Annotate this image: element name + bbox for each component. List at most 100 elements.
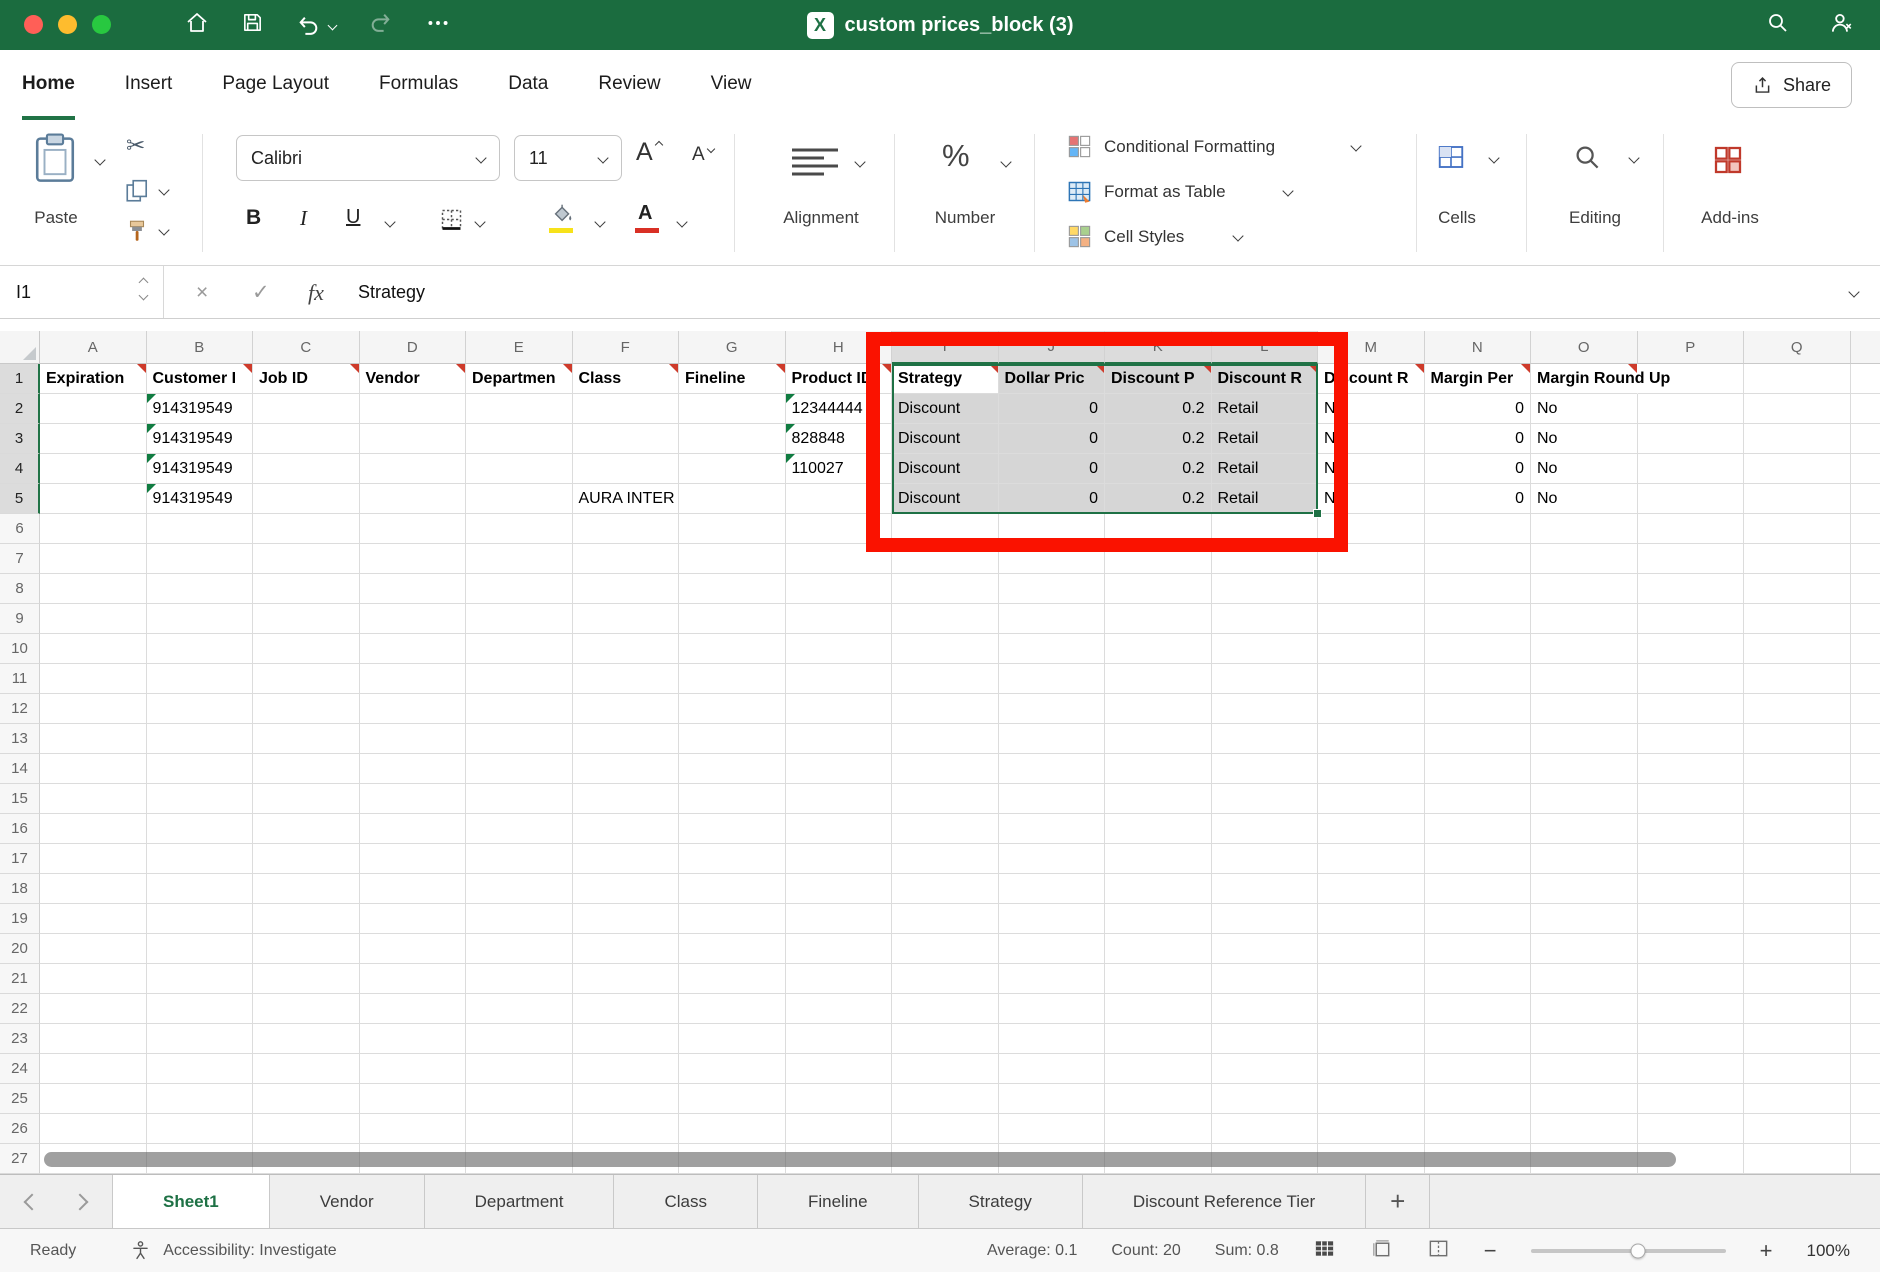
number-dropdown-icon[interactable] [1000, 156, 1012, 168]
cell-J13[interactable] [998, 724, 1105, 754]
row-header-8[interactable]: 8 [0, 574, 40, 604]
cell-L13[interactable] [1211, 724, 1318, 754]
cell-E11[interactable] [466, 664, 573, 694]
cell-A21[interactable] [40, 964, 147, 994]
cell-L14[interactable] [1211, 754, 1318, 784]
cell-Q12[interactable] [1744, 694, 1851, 724]
cell-I19[interactable] [892, 904, 999, 934]
cell-G21[interactable] [679, 964, 786, 994]
cell-M11[interactable] [1318, 664, 1425, 694]
column-header-E[interactable]: E [466, 331, 573, 364]
cell-F21[interactable] [572, 964, 679, 994]
cell-H24[interactable] [785, 1054, 892, 1084]
italic-button[interactable]: I [300, 206, 307, 231]
cell-M8[interactable] [1318, 574, 1425, 604]
cell-L21[interactable] [1211, 964, 1318, 994]
cell-C24[interactable] [253, 1054, 360, 1084]
cell-E19[interactable] [466, 904, 573, 934]
cell-H2[interactable]: 12344444 [785, 394, 892, 424]
cell-F19[interactable] [572, 904, 679, 934]
borders-dropdown-icon[interactable] [474, 216, 486, 228]
cell-A13[interactable] [40, 724, 147, 754]
cell-N14[interactable] [1424, 754, 1531, 784]
editing-button[interactable] [1572, 142, 1602, 177]
cell-N24[interactable] [1424, 1054, 1531, 1084]
cut-button[interactable]: ✂ [126, 132, 145, 159]
ribbon-tab-home[interactable]: Home [22, 50, 75, 120]
copy-button[interactable] [124, 178, 150, 209]
cell-J9[interactable] [998, 604, 1105, 634]
cell-J15[interactable] [998, 784, 1105, 814]
cell-N21[interactable] [1424, 964, 1531, 994]
addins-button[interactable] [1712, 144, 1744, 181]
cell-P24[interactable] [1637, 1054, 1744, 1084]
cell-H25[interactable] [785, 1084, 892, 1114]
cell-H10[interactable] [785, 634, 892, 664]
cell-F10[interactable] [572, 634, 679, 664]
cell-C10[interactable] [253, 634, 360, 664]
cell-K26[interactable] [1105, 1114, 1212, 1144]
sheet-tab-sheet1[interactable]: Sheet1 [112, 1175, 270, 1228]
cell-B26[interactable] [146, 1114, 253, 1144]
cell-K20[interactable] [1105, 934, 1212, 964]
cell-E18[interactable] [466, 874, 573, 904]
cell-O10[interactable] [1531, 634, 1638, 664]
column-header-D[interactable]: D [359, 331, 466, 364]
cell-C9[interactable] [253, 604, 360, 634]
cell-M12[interactable] [1318, 694, 1425, 724]
cell-O2[interactable]: No [1531, 394, 1638, 424]
cell-O19[interactable] [1531, 904, 1638, 934]
cell-L5[interactable]: Retail [1211, 484, 1318, 514]
cell-K6[interactable] [1105, 514, 1212, 544]
cell-N19[interactable] [1424, 904, 1531, 934]
cell-M25[interactable] [1318, 1084, 1425, 1114]
cell-G10[interactable] [679, 634, 786, 664]
cell-L8[interactable] [1211, 574, 1318, 604]
cell-P4[interactable] [1637, 454, 1744, 484]
cell-F12[interactable] [572, 694, 679, 724]
cell-G23[interactable] [679, 1024, 786, 1054]
cell-H18[interactable] [785, 874, 892, 904]
cell-K18[interactable] [1105, 874, 1212, 904]
row-header-27[interactable]: 27 [0, 1144, 40, 1174]
cell-E13[interactable] [466, 724, 573, 754]
cell-P8[interactable] [1637, 574, 1744, 604]
alignment-button[interactable] [790, 146, 848, 185]
cell-A9[interactable] [40, 604, 147, 634]
cell-O24[interactable] [1531, 1054, 1638, 1084]
formula-bar-expand-icon[interactable] [1848, 286, 1860, 298]
cell-C13[interactable] [253, 724, 360, 754]
cancel-entry-button[interactable]: × [196, 266, 208, 319]
cell-A4[interactable] [40, 454, 147, 484]
cell-N18[interactable] [1424, 874, 1531, 904]
cell-P15[interactable] [1637, 784, 1744, 814]
share-button[interactable]: Share [1730, 62, 1852, 108]
row-header-17[interactable]: 17 [0, 844, 40, 874]
font-name-select[interactable]: Calibri [236, 135, 500, 181]
cell-J19[interactable] [998, 904, 1105, 934]
cell-C17[interactable] [253, 844, 360, 874]
cell-K22[interactable] [1105, 994, 1212, 1024]
cell-F25[interactable] [572, 1084, 679, 1114]
font-color-dropdown-icon[interactable] [676, 216, 688, 228]
cell-A5[interactable] [40, 484, 147, 514]
row-header-26[interactable]: 26 [0, 1114, 40, 1144]
cell-I14[interactable] [892, 754, 999, 784]
cell-O14[interactable] [1531, 754, 1638, 784]
cell-A1[interactable]: Expiration [40, 364, 147, 394]
cell-H19[interactable] [785, 904, 892, 934]
cell-D17[interactable] [359, 844, 466, 874]
row-header-7[interactable]: 7 [0, 544, 40, 574]
cell-B10[interactable] [146, 634, 253, 664]
row-header-1[interactable]: 1 [0, 364, 40, 394]
cell-F16[interactable] [572, 814, 679, 844]
cell-C21[interactable] [253, 964, 360, 994]
cell-J4[interactable]: 0 [998, 454, 1105, 484]
cell-H15[interactable] [785, 784, 892, 814]
cell-F7[interactable] [572, 544, 679, 574]
cell-Q14[interactable] [1744, 754, 1851, 784]
cell-J24[interactable] [998, 1054, 1105, 1084]
cell-J7[interactable] [998, 544, 1105, 574]
cell-B15[interactable] [146, 784, 253, 814]
cell-D26[interactable] [359, 1114, 466, 1144]
